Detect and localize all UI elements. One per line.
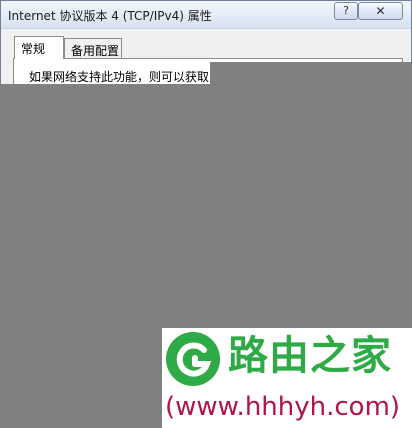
intro-text: 如果网络支持此功能，则可以获取 bbox=[29, 70, 210, 84]
window-title: Internet 协议版本 4 (TCP/IPv4) 属性 bbox=[8, 9, 212, 23]
tab-alternate-label: 备用配置 bbox=[71, 44, 120, 58]
tab-general-label: 常规 bbox=[21, 42, 46, 56]
close-button[interactable]: ✕ bbox=[358, 2, 403, 20]
brand-logo-icon bbox=[166, 332, 220, 386]
watermark: 路由之家 (www.hhhyh.com) bbox=[162, 328, 412, 428]
redaction-overlay-top bbox=[210, 62, 412, 86]
brand-name: 路由之家 bbox=[228, 333, 392, 379]
brand-url: (www.hhhyh.com) bbox=[165, 392, 401, 422]
tab-alternate-configuration[interactable]: 备用配置 bbox=[64, 38, 122, 59]
tab-general[interactable]: 常规 bbox=[14, 36, 64, 59]
help-button[interactable]: ? bbox=[334, 2, 358, 20]
title-bar[interactable]: Internet 协议版本 4 (TCP/IPv4) 属性 ? ✕ bbox=[1, 1, 411, 29]
